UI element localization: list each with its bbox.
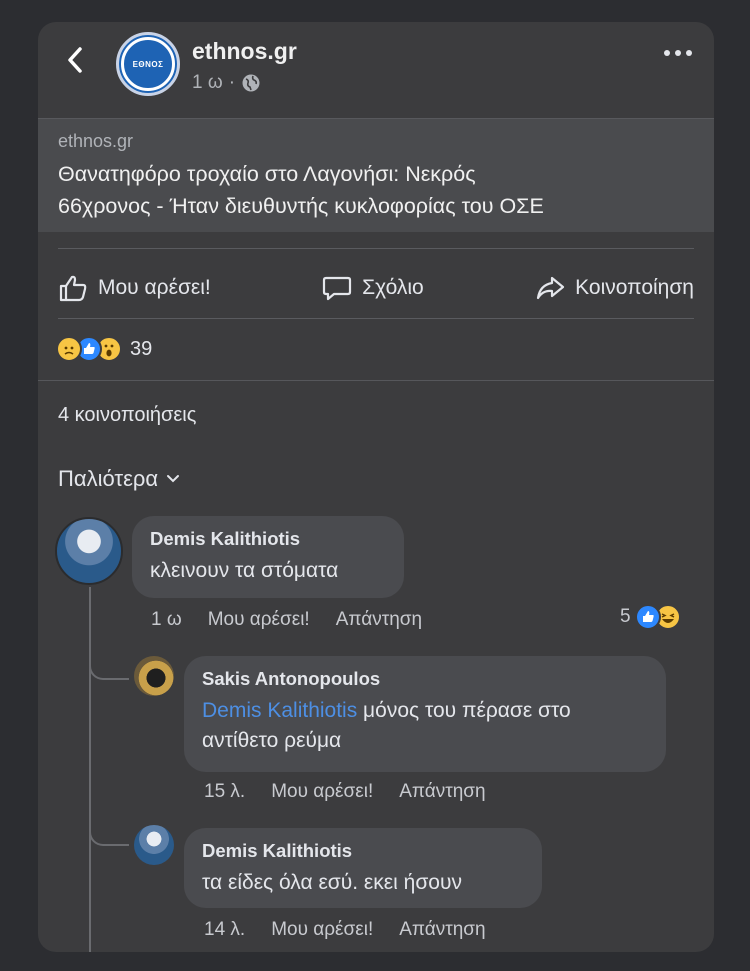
avatar[interactable] xyxy=(134,825,174,865)
dot-icon xyxy=(675,50,681,56)
post-time[interactable]: 1 ω xyxy=(192,72,223,94)
like-icon xyxy=(634,604,661,630)
comment-meta: 1 ω Μου αρέσει! Απάντηση xyxy=(151,609,422,631)
mention-link[interactable]: Demis Kalithiotis xyxy=(202,699,357,722)
post-panel: ΕΘΝΟΣ ethnos.gr 1 ω · ethnos.gr Θανατηφό… xyxy=(38,22,714,952)
comment-time[interactable]: 15 λ. xyxy=(204,781,245,803)
chevron-down-icon xyxy=(167,475,180,483)
logo-text: ΕΘΝΟΣ xyxy=(132,59,164,69)
comment-meta: 15 λ. Μου αρέσει! Απάντηση xyxy=(204,781,486,803)
comment-bubble: Demis Kalithiotis τα είδες όλα εσύ. εκει… xyxy=(184,828,542,908)
globe-icon xyxy=(242,74,260,92)
comment-reply-button[interactable]: Απάντηση xyxy=(336,609,422,631)
sad-icon xyxy=(56,336,82,362)
chevron-left-icon xyxy=(68,47,82,73)
comment-icon xyxy=(323,276,352,301)
divider xyxy=(58,318,694,319)
like-label: Μου αρέσει! xyxy=(98,276,211,299)
shares-count[interactable]: 4 κοινοποιήσεις xyxy=(58,404,196,427)
share-arrow-icon xyxy=(537,276,565,300)
reaction-count: 39 xyxy=(130,337,153,360)
meta-separator: · xyxy=(228,72,236,93)
reply-connector xyxy=(89,662,129,680)
comment-like-button[interactable]: Μου αρέσει! xyxy=(271,919,373,941)
comment-time[interactable]: 1 ω xyxy=(151,609,182,631)
sort-label: Παλιότερα xyxy=(58,466,159,491)
avatar[interactable] xyxy=(134,656,174,696)
link-title: Θανατηφόρο τροχαίο στο Λαγονήσι: Νεκρός … xyxy=(58,158,694,222)
like-button[interactable]: Μου αρέσει! xyxy=(58,274,211,302)
comment-reaction-count: 5 xyxy=(620,606,631,627)
dot-icon xyxy=(664,50,670,56)
comment-button[interactable]: Σχόλιο xyxy=(322,274,424,302)
link-title-line: 66χρονος - Ήταν διευθυντής κυκλοφορίας τ… xyxy=(58,194,544,218)
comment-text: κλεινουν τα στόματα xyxy=(150,559,339,582)
link-domain: ethnos.gr xyxy=(58,131,134,151)
divider xyxy=(58,248,694,249)
comment-text: τα είδες όλα εσύ. εκει ήσουν xyxy=(202,871,462,894)
comment-text-part: μόνος του πέρασε στο xyxy=(357,699,571,722)
comment-author[interactable]: Sakis Antonopoulos xyxy=(202,668,648,690)
share-button[interactable]: Κοινοποίηση xyxy=(535,274,694,302)
comment-reply-button[interactable]: Απάντηση xyxy=(399,919,485,941)
dot-icon xyxy=(686,50,692,56)
divider xyxy=(38,380,714,381)
comment-author[interactable]: Demis Kalithiotis xyxy=(150,528,386,550)
more-options-button[interactable] xyxy=(664,50,692,56)
comment-text: Demis Kalithiotis μόνος του πέρασε στο α… xyxy=(202,696,648,756)
comment-reply-button[interactable]: Απάντηση xyxy=(399,781,485,803)
comment-sort-dropdown[interactable]: Παλιότερα xyxy=(58,466,180,492)
share-label: Κοινοποίηση xyxy=(575,276,694,299)
comment-meta: 14 λ. Μου αρέσει! Απάντηση xyxy=(204,919,486,941)
reactions-summary[interactable]: 39 xyxy=(56,336,152,362)
comment-time[interactable]: 14 λ. xyxy=(204,919,245,941)
page-name[interactable]: ethnos.gr xyxy=(192,38,297,65)
comment-like-button[interactable]: Μου αρέσει! xyxy=(271,781,373,803)
thumbs-up-icon xyxy=(59,275,87,302)
back-button[interactable] xyxy=(60,40,90,80)
reply-connector xyxy=(89,828,129,846)
post-actions: Μου αρέσει! Σχόλιο Κοινοποίηση xyxy=(58,262,694,314)
post-meta: 1 ω · xyxy=(192,72,261,94)
page-logo: ΕΘΝΟΣ xyxy=(119,35,177,93)
thread-line xyxy=(89,587,91,952)
page-avatar[interactable]: ΕΘΝΟΣ xyxy=(116,32,180,96)
comment-reactions[interactable]: 5 xyxy=(620,604,681,630)
link-preview-card[interactable]: ethnos.gr Θανατηφόρο τροχαίο στο Λαγονήσ… xyxy=(38,118,714,232)
comment-bubble: Sakis Antonopoulos Demis Kalithiotis μόν… xyxy=(184,656,666,772)
comment-like-button[interactable]: Μου αρέσει! xyxy=(208,609,310,631)
comment-bubble: Demis Kalithiotis κλεινουν τα στόματα xyxy=(132,516,404,598)
comment-text-part: αντίθετο ρεύμα xyxy=(202,729,342,752)
comment-label: Σχόλιο xyxy=(362,276,424,299)
avatar[interactable] xyxy=(55,517,123,585)
link-title-line: Θανατηφόρο τροχαίο στο Λαγονήσι: Νεκρός xyxy=(58,162,476,186)
comment-author[interactable]: Demis Kalithiotis xyxy=(202,840,524,862)
